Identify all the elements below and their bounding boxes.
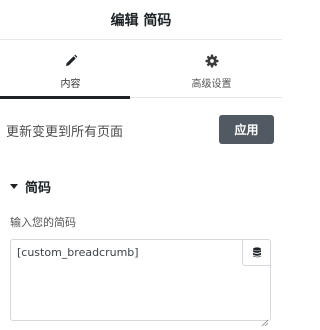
shortcode-textarea[interactable]: [custom_breadcrumb] — [10, 239, 271, 327]
caret-down-icon — [10, 183, 18, 189]
shortcode-value: [custom_breadcrumb] — [17, 246, 139, 259]
tab-bar: 内容 高级设置 — [0, 41, 282, 99]
apply-button[interactable]: 应用 — [219, 115, 274, 144]
resize-handle-icon[interactable] — [261, 311, 269, 327]
section-title: 简码 — [25, 180, 52, 196]
tab-content[interactable]: 内容 — [0, 41, 141, 99]
apply-description: 更新变更到所有页面 — [6, 125, 124, 140]
dynamic-tags-button[interactable] — [242, 239, 271, 266]
pencil-icon — [63, 53, 79, 69]
database-icon — [252, 243, 262, 262]
panel-header: 编辑 简码 — [0, 0, 282, 40]
global-apply-row: 更新变更到所有页面 应用 — [0, 112, 282, 146]
panel-title: 编辑 简码 — [110, 12, 172, 29]
shortcode-field-label: 输入您的简码 — [10, 216, 76, 229]
tab-advanced[interactable]: 高级设置 — [141, 41, 282, 98]
tab-content-label: 内容 — [60, 79, 81, 90]
gear-icon — [204, 53, 220, 69]
section-toggle-shortcode[interactable]: 简码 — [10, 176, 51, 196]
tab-advanced-label: 高级设置 — [191, 79, 232, 90]
